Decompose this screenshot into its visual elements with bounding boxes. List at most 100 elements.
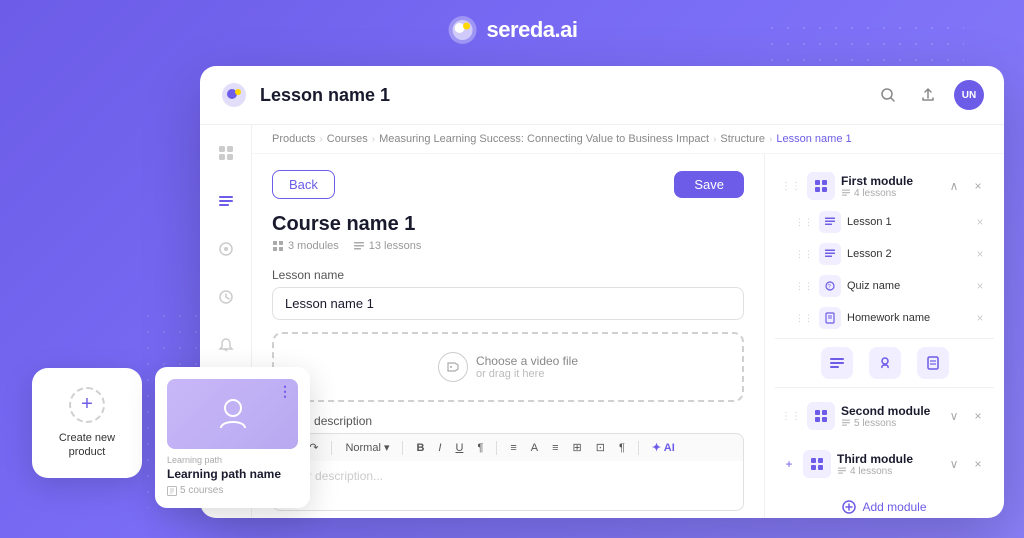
module-info-third: Third module 4 lessons [837, 452, 938, 477]
second-module-expand[interactable]: ∨ [944, 406, 964, 426]
second-module-close[interactable]: × [968, 406, 988, 426]
lesson-icon-2 [819, 243, 841, 265]
create-new-product-card[interactable]: + Create newproduct [32, 368, 142, 478]
homework-close[interactable]: × [972, 310, 988, 326]
module-header-third[interactable]: + Third module [775, 444, 994, 484]
third-module-name: Third module [837, 452, 938, 466]
third-module-expand[interactable]: ∨ [944, 454, 964, 474]
toolbar-sep-1 [331, 441, 332, 455]
lesson-row-2: ⋮⋮ Lesson 2 × [775, 238, 994, 270]
list-button[interactable]: ≡ [547, 440, 563, 456]
third-module-lessons: 4 lessons [837, 466, 938, 477]
breadcrumb-structure[interactable]: Structure [720, 133, 765, 145]
lesson-row-1: ⋮⋮ Lesson 1 × [775, 206, 994, 238]
strikethrough-button[interactable]: ¶ [472, 440, 488, 456]
lesson-drag-1[interactable]: ⋮⋮ [795, 217, 813, 228]
add-module-button[interactable]: Add module [775, 492, 994, 518]
video-upload-area[interactable]: Choose a video file or drag it here [272, 332, 744, 402]
breadcrumb-products[interactable]: Products [272, 133, 315, 145]
module-info-first: First module 4 lessons [841, 174, 938, 199]
breadcrumb-courses[interactable]: Courses [327, 133, 368, 145]
lesson-1-name: Lesson 1 [847, 216, 966, 228]
breadcrumb: Products › Courses › Measuring Learning … [252, 125, 1004, 154]
video-icon [438, 352, 468, 382]
header-icons: UN [874, 80, 984, 110]
lessons-count: 13 lessons [353, 240, 422, 252]
add-lesson-btn[interactable] [821, 347, 853, 379]
lesson-2-close[interactable]: × [972, 246, 988, 262]
back-button[interactable]: Back [272, 170, 335, 199]
lesson-drag-2[interactable]: ⋮⋮ [795, 249, 813, 260]
lp-courses-count: 5 courses [180, 485, 223, 496]
breadcrumb-lesson: Lesson name 1 [776, 133, 851, 145]
add-module-label: Add module [862, 500, 926, 514]
lesson-name-input[interactable] [272, 287, 744, 320]
editor-body[interactable]: Enter description... [272, 461, 744, 511]
create-label: Create newproduct [59, 431, 115, 460]
lp-label: Learning path [167, 455, 298, 465]
quiz-close[interactable]: × [972, 278, 988, 294]
ai-button[interactable]: ✦ AI [647, 439, 680, 456]
lp-name[interactable]: Learning path name [167, 467, 298, 481]
lesson-drag-hw[interactable]: ⋮⋮ [795, 313, 813, 324]
align-button[interactable]: ≡ [505, 440, 521, 456]
third-module-plus[interactable]: + [781, 457, 797, 471]
first-module-name: First module [841, 174, 938, 188]
format-normal[interactable]: Normal ▾ [340, 439, 394, 456]
third-module-close[interactable]: × [968, 454, 988, 474]
lesson-1-close[interactable]: × [972, 214, 988, 230]
first-module-expand[interactable]: ∧ [944, 176, 964, 196]
second-module-name: Second module [841, 404, 938, 418]
add-icons-row [775, 338, 994, 388]
lesson-desc-label: Lesson description [272, 414, 744, 428]
module-icon-first [807, 172, 835, 200]
toolbar-sep-3 [496, 441, 497, 455]
toolbar-sep-2 [402, 441, 403, 455]
sidebar-icon-clock[interactable] [210, 281, 242, 313]
embed-button[interactable]: ⊡ [591, 439, 610, 456]
sidebar-icon-grid[interactable] [210, 137, 242, 169]
editor-toolbar: ↶ ↷ Normal ▾ B I U ¶ ≡ A ≡ ⊞ [272, 433, 744, 461]
sidebar-icon-circle[interactable] [210, 233, 242, 265]
module-item-third: + Third module [775, 444, 994, 484]
user-avatar[interactable]: UN [954, 80, 984, 110]
bold-button[interactable]: B [411, 440, 429, 456]
lesson-row-homework: ⋮⋮ Homework name × [775, 302, 994, 334]
drag-handle-first[interactable]: ⋮⋮ [781, 181, 801, 192]
drag-handle-second[interactable]: ⋮⋮ [781, 411, 801, 422]
add-homework-btn[interactable] [917, 347, 949, 379]
first-module-close[interactable]: × [968, 176, 988, 196]
window-title: Lesson name 1 [260, 85, 862, 106]
sidebar-icon-bell[interactable] [210, 329, 242, 361]
italic-button[interactable]: I [433, 440, 446, 456]
video-upload-text: Choose a video file [476, 354, 578, 368]
logo-text: sereda.ai [487, 17, 578, 43]
share-button[interactable] [914, 81, 942, 109]
lesson-icon-quiz: ? [819, 275, 841, 297]
content-area: Products › Courses › Measuring Learning … [252, 125, 1004, 518]
module-info-second: Second module 5 lessons [841, 404, 938, 429]
underline-button[interactable]: U [450, 440, 468, 456]
breadcrumb-course-name[interactable]: Measuring Learning Success: Connecting V… [379, 133, 709, 145]
sidebar-icon-list[interactable] [210, 185, 242, 217]
text-color-button[interactable]: A [526, 440, 543, 456]
second-module-lessons: 5 lessons [841, 418, 938, 429]
create-plus-icon: + [69, 387, 105, 423]
first-module-actions: ∧ × [944, 176, 988, 196]
action-bar: Back Save [272, 170, 744, 199]
module-header-second[interactable]: ⋮⋮ Second module [775, 396, 994, 436]
second-module-actions: ∨ × [944, 406, 988, 426]
code-button[interactable]: ¶ [614, 440, 630, 456]
module-item-first: ⋮⋮ First module [775, 166, 994, 388]
module-header-first[interactable]: ⋮⋮ First module [775, 166, 994, 206]
lesson-drag-quiz[interactable]: ⋮⋮ [795, 281, 813, 292]
search-button[interactable] [874, 81, 902, 109]
lesson-icon-hw [819, 307, 841, 329]
course-meta: 3 modules 13 lessons [272, 240, 744, 252]
window-header: Lesson name 1 UN [200, 66, 1004, 125]
save-button[interactable]: Save [674, 171, 744, 198]
content-inner: Back Save Course name 1 3 modules 13 les… [252, 154, 1004, 518]
lesson-row-quiz: ⋮⋮ ? Quiz name × [775, 270, 994, 302]
add-quiz-btn[interactable] [869, 347, 901, 379]
table-button[interactable]: ⊞ [568, 439, 587, 456]
